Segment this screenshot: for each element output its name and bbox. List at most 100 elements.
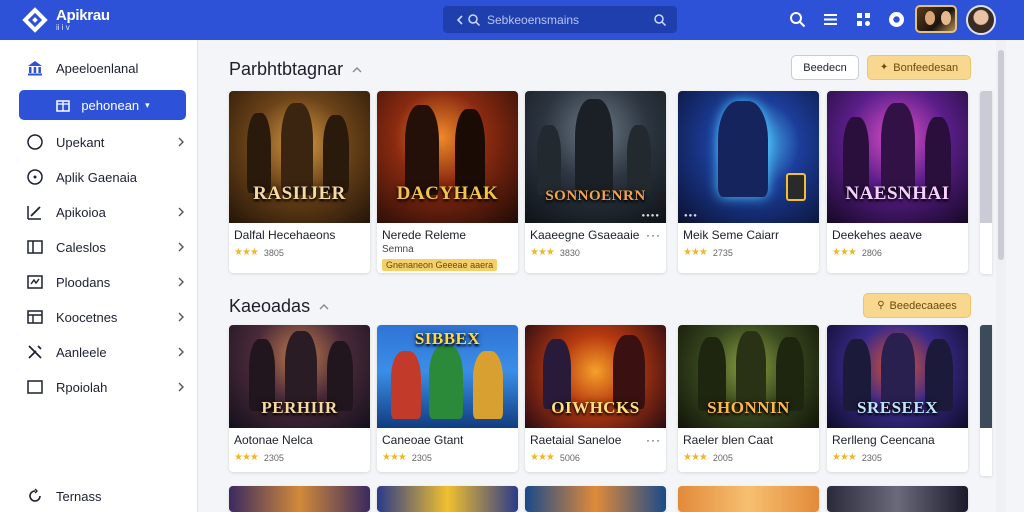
store-icon — [56, 100, 71, 112]
compass-icon — [27, 169, 43, 185]
game-card[interactable] — [377, 486, 518, 512]
star-rating-icon: ★★★ — [234, 247, 259, 258]
game-card[interactable]: ●●● Meik Seme Caiarr ★★★ 2735 — [678, 91, 819, 273]
chevron-right-icon — [178, 347, 184, 357]
game-thumbnail[interactable] — [827, 486, 968, 512]
chevron-right-icon — [178, 312, 184, 322]
game-thumbnail[interactable]: ●●● — [678, 91, 819, 223]
sidebar-item-label: Apikoioa — [56, 204, 106, 220]
game-title-art: SRESEEX — [857, 398, 938, 417]
game-card[interactable]: SIBBEX Caneoae Gtant ★★★ 2305 — [377, 325, 518, 472]
game-subtitle: Semna — [382, 244, 414, 255]
game-name: Raetaial Saneloe ··· — [530, 433, 661, 447]
game-thumbnail[interactable] — [525, 486, 666, 512]
game-card[interactable] — [229, 486, 370, 512]
sidebar-item-rpoiolah[interactable]: Rpoiolah — [26, 375, 186, 399]
game-thumbnail[interactable]: DACYHAK — [377, 91, 518, 223]
rating-count: 2305 — [263, 452, 284, 463]
game-card[interactable]: SONNOENRN ●●●● Kaaeegne Gsaeaaie ··· ★★★ 3… — [525, 91, 666, 273]
section1-gold-button[interactable]: ✦ Bonfeedesan — [867, 55, 971, 80]
layout-icon — [27, 310, 43, 324]
game-card[interactable]: OIWHCKS Raetaial Saneloe ··· ★★★ 5006 — [525, 325, 666, 472]
game-thumbnail[interactable]: SIBBEX — [377, 325, 518, 428]
apps-icon[interactable] — [854, 10, 873, 29]
game-thumbnail[interactable]: OIWHCKS — [525, 325, 666, 428]
more-options-icon[interactable]: ··· — [646, 228, 661, 242]
promo-badge: Gnenaneon Geeeae aaera — [382, 259, 498, 271]
game-card-partial[interactable] — [980, 91, 992, 274]
sidebar-item-apikoioa[interactable]: Apikoioa — [26, 200, 186, 224]
sidebar-item-upekant[interactable]: Upekant — [26, 130, 186, 154]
game-thumbnail[interactable]: SHONNIN — [678, 325, 819, 428]
game-card[interactable]: RASIIJER Dalfal Hecehaeons ★★★ 3805 — [229, 91, 370, 273]
rating-count: 2005 — [712, 452, 733, 463]
sidebar-item-aanleele[interactable]: Aanleele — [26, 340, 186, 364]
game-card[interactable]: SHONNIN Raeler blen Caat ★★★ 2005 — [678, 325, 819, 472]
game-card[interactable] — [827, 486, 968, 512]
game-card[interactable]: SRESEEX Rerlleng Ceencana ★★★ 2305 — [827, 325, 968, 472]
game-card[interactable] — [678, 486, 819, 512]
scrollbar[interactable] — [996, 40, 1006, 512]
back-arrow-icon[interactable] — [453, 13, 467, 27]
circle-icon — [27, 134, 43, 150]
sidebar-item-label: Aanleele — [56, 344, 107, 360]
search-bar[interactable] — [443, 6, 677, 33]
more-options-icon[interactable]: ··· — [646, 433, 661, 447]
app-subtitle: ii i v — [56, 23, 70, 32]
game-card[interactable]: DACYHAK Nerede Releme Semna Gnenaneon Ge… — [377, 91, 518, 273]
game-thumbnail[interactable] — [229, 486, 370, 512]
game-title-art: PERHIIR — [261, 398, 338, 417]
game-title-art: NAESNHAI — [845, 183, 950, 204]
search-input[interactable] — [487, 12, 637, 27]
game-card[interactable]: PERHIIR Aotonae Nelca ★★★ 2305 — [229, 325, 370, 472]
search-icon[interactable] — [788, 10, 807, 29]
sidebar-item-label: Rpoiolah — [56, 379, 108, 395]
sidebar-item-caleslos[interactable]: Caleslos — [26, 235, 186, 259]
game-title-art: SHONNIN — [707, 398, 790, 417]
section1-outline-button[interactable]: Beedecn — [791, 55, 859, 80]
help-icon[interactable] — [887, 10, 906, 29]
chevron-right-icon — [178, 382, 184, 392]
game-card[interactable] — [525, 486, 666, 512]
scrollbar-thumb[interactable] — [998, 50, 1004, 260]
chevron-up-icon[interactable] — [351, 65, 363, 75]
game-name: Raeler blen Caat — [683, 433, 774, 447]
rating-count: 3805 — [263, 247, 284, 258]
star-rating-icon: ★★★ — [530, 452, 555, 463]
chevron-up-icon[interactable] — [318, 302, 330, 312]
game-thumbnail[interactable]: SRESEEX — [827, 325, 968, 428]
game-name: Meik Seme Caiarr — [683, 228, 780, 242]
sidebar-item-active[interactable]: pehonean ▾ — [19, 90, 186, 120]
sidebar-item-label: Ploodans — [56, 274, 111, 290]
list-icon[interactable] — [821, 10, 840, 29]
app-logo[interactable]: Apikrau ii i v — [20, 5, 110, 35]
bank-icon — [28, 61, 42, 76]
search-icon — [468, 13, 481, 26]
square-icon — [27, 380, 43, 394]
game-thumbnail[interactable] — [377, 486, 518, 512]
user-avatar[interactable] — [966, 5, 996, 35]
sidebar-item-home[interactable]: Apeeloenlanal — [26, 56, 186, 80]
game-thumbnail[interactable]: SONNOENRN ●●●● — [525, 91, 666, 223]
game-thumbnail[interactable] — [678, 486, 819, 512]
sidebar-item-aplik[interactable]: Aplik Gaenaia — [26, 165, 186, 189]
game-card-partial[interactable] — [980, 325, 992, 476]
section2-gold-button[interactable]: ⚲ Beedecaaees — [863, 293, 971, 318]
sidebar-item-koocetnes[interactable]: Koocetnes — [26, 305, 186, 329]
game-thumbnail[interactable]: NAESNHAI — [827, 91, 968, 223]
game-title-art: OIWHCKS — [551, 398, 640, 417]
game-thumbnail[interactable]: RASIIJER — [229, 91, 370, 223]
game-thumbnail[interactable]: PERHIIR — [229, 325, 370, 428]
sidebar-item-footer[interactable]: Ternass — [26, 484, 186, 508]
sidebar-item-ploodans[interactable]: Ploodans — [26, 270, 186, 294]
refresh-icon — [29, 488, 41, 502]
game-card[interactable]: NAESNHAI Deekehes aeave ★★★ 2806 — [827, 91, 968, 273]
sidebar-item-label: Caleslos — [56, 239, 106, 255]
search-submit-icon[interactable] — [653, 13, 667, 27]
featured-thumbnail[interactable] — [915, 5, 957, 33]
rating-count: 2806 — [861, 247, 882, 258]
chevron-right-icon — [178, 207, 184, 217]
game-name: Kaaeegne Gsaeaaie ··· — [530, 228, 661, 242]
chevron-right-icon — [178, 242, 184, 252]
game-name: Aotonae Nelca — [234, 433, 313, 447]
